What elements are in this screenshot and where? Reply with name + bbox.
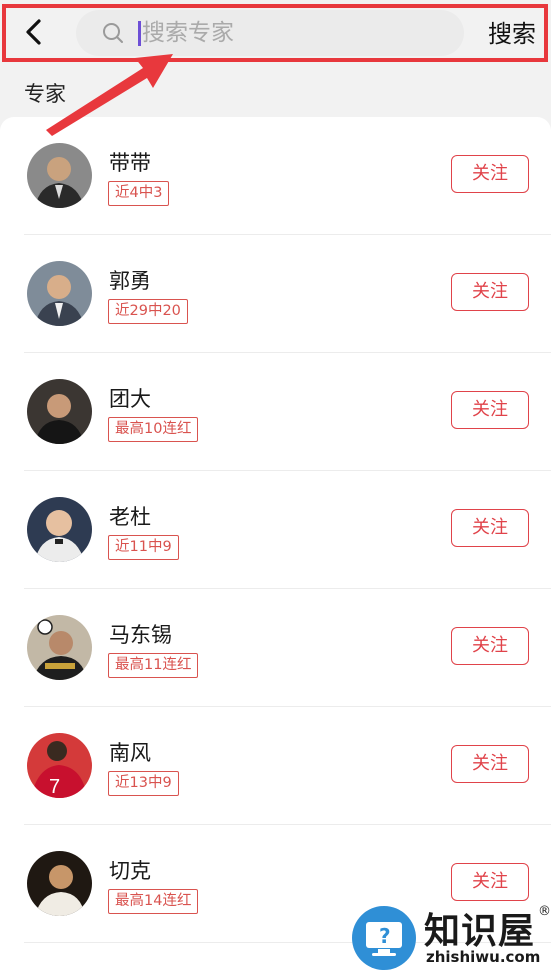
record-badge: 最高10连红: [108, 417, 199, 442]
search-input[interactable]: [142, 16, 442, 50]
follow-button[interactable]: 关注: [451, 745, 529, 783]
watermark-logo: ? 知识屋 ® zhishiwu.com: [352, 904, 551, 972]
search-bar[interactable]: [76, 10, 464, 56]
follow-button[interactable]: 关注: [451, 391, 529, 429]
watermark-title: 知识屋: [424, 911, 536, 952]
list-item[interactable]: 7 南风 近13中9 关注: [0, 707, 551, 825]
record-badge: 近4中3: [108, 181, 170, 206]
chevron-left-icon: [26, 19, 41, 45]
expert-list: 带带 近4中3 关注 郭勇 近29中20 关注 团大 最高10连红 关注 老杜 …: [0, 117, 551, 972]
back-button[interactable]: [22, 16, 46, 48]
text-caret: [138, 21, 141, 46]
follow-button[interactable]: 关注: [451, 863, 529, 901]
record-badge: 近13中9: [108, 771, 179, 796]
help-screen-icon: ?: [352, 906, 416, 970]
avatar: [27, 143, 92, 208]
expert-name: 马东锡: [109, 623, 172, 647]
avatar: [27, 497, 92, 562]
top-bar: 搜索: [0, 0, 551, 68]
expert-name: 带带: [109, 151, 151, 175]
follow-button[interactable]: 关注: [451, 509, 529, 547]
watermark-url: zhishiwu.com: [426, 948, 541, 966]
list-item[interactable]: 马东锡 最高11连红 关注: [0, 589, 551, 707]
list-item[interactable]: 郭勇 近29中20 关注: [0, 235, 551, 353]
follow-button[interactable]: 关注: [451, 273, 529, 311]
list-item[interactable]: 团大 最高10连红 关注: [0, 353, 551, 471]
expert-name: 团大: [109, 387, 151, 411]
expert-name: 郭勇: [109, 269, 151, 293]
avatar: [27, 615, 92, 680]
expert-name: 南风: [109, 741, 151, 765]
svg-text:?: ?: [379, 924, 391, 948]
avatar: [27, 379, 92, 444]
follow-button[interactable]: 关注: [451, 155, 529, 193]
list-item[interactable]: 带带 近4中3 关注: [0, 117, 551, 235]
record-badge: 最高11连红: [108, 653, 199, 678]
expert-name: 切克: [109, 859, 151, 883]
expert-name: 老杜: [109, 505, 151, 529]
avatar: 7: [27, 733, 92, 798]
registered-mark: ®: [538, 904, 551, 919]
follow-button[interactable]: 关注: [451, 627, 529, 665]
svg-text:7: 7: [49, 776, 60, 798]
list-item[interactable]: 老杜 近11中9 关注: [0, 471, 551, 589]
avatar: [27, 851, 92, 916]
record-badge: 近29中20: [108, 299, 188, 324]
avatar: [27, 261, 92, 326]
section-title: 专家: [24, 82, 66, 106]
record-badge: 最高14连红: [108, 889, 199, 914]
search-button[interactable]: 搜索: [488, 14, 536, 49]
search-icon: [103, 23, 123, 43]
record-badge: 近11中9: [108, 535, 179, 560]
